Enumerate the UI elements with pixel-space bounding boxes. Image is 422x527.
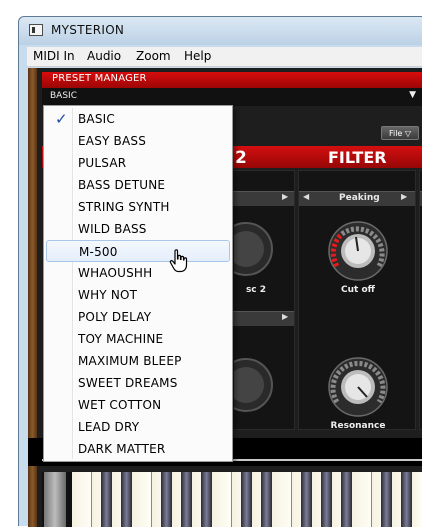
white-key[interactable]	[272, 472, 292, 527]
menu-zoom[interactable]: Zoom	[136, 49, 171, 63]
preset-option-label: MAXIMUM BLEEP	[78, 354, 182, 368]
white-key[interactable]	[412, 472, 422, 527]
preset-option-label: WET COTTON	[78, 398, 162, 412]
black-key[interactable]	[241, 472, 252, 527]
filter-mode-label: Peaking	[339, 193, 380, 203]
white-key[interactable]	[212, 472, 232, 527]
pitch-wheel[interactable]	[44, 472, 66, 527]
preset-option-label: WILD BASS	[78, 222, 147, 236]
prev-arrow-icon[interactable]: ◀	[303, 192, 309, 201]
black-key[interactable]	[321, 472, 332, 527]
preset-option-label: WHAOUSHH	[78, 266, 153, 280]
preset-option[interactable]: DARK MATTER	[44, 438, 232, 460]
hand-pointer-icon	[169, 249, 188, 273]
preset-option-label: EASY BASS	[78, 134, 147, 148]
preset-option-label: BASS DETUNE	[78, 178, 166, 192]
preset-option[interactable]: WHAOUSHH	[44, 262, 232, 284]
black-key[interactable]	[121, 472, 132, 527]
preset-option-label: STRING SYNTH	[78, 200, 170, 214]
preset-option[interactable]: SWEET DREAMS	[44, 372, 232, 394]
next-arrow-icon[interactable]: ▶	[282, 312, 288, 321]
preset-option[interactable]: PULSAR	[44, 152, 232, 174]
preset-option-label: M-500	[79, 245, 118, 259]
file-button[interactable]: File ▽	[381, 126, 419, 140]
preset-option[interactable]: BASS DETUNE	[44, 174, 232, 196]
title-bar[interactable]: MYSTERION	[19, 17, 422, 45]
preset-option[interactable]: WET COTTON	[44, 394, 232, 416]
preset-option[interactable]: EASY BASS	[44, 130, 232, 152]
resonance-label: Resonance	[330, 421, 386, 431]
white-key[interactable]	[352, 472, 372, 527]
osc2-knob-label: sc 2	[245, 285, 267, 295]
preset-dropdown-list: ✓ BASIC EASY BASS PULSAR BASS DETUNE STRING S…	[43, 105, 233, 462]
preset-manager-bar: PRESET MANAGER	[42, 72, 422, 88]
menu-audio[interactable]: Audio	[87, 49, 121, 63]
black-key[interactable]	[381, 472, 392, 527]
osc2-knob-2[interactable]	[234, 357, 274, 417]
preset-option-label: WHY NOT	[78, 288, 138, 302]
black-key[interactable]	[401, 472, 412, 527]
preset-option-label: DARK MATTER	[78, 442, 166, 456]
preset-option[interactable]: LEAD DRY	[44, 416, 232, 438]
next-arrow-icon[interactable]: ▶	[401, 192, 407, 201]
next-arrow-icon[interactable]: ▶	[282, 192, 288, 201]
preset-option[interactable]: TOY MACHINE	[44, 328, 232, 350]
black-key[interactable]	[201, 472, 212, 527]
preset-option[interactable]: ✓ BASIC	[44, 108, 232, 130]
preset-option-label: PULSAR	[78, 156, 127, 170]
cutoff-label: Cut off	[341, 285, 375, 295]
preset-manager-title: PRESET MANAGER	[52, 73, 147, 84]
menu-help[interactable]: Help	[184, 49, 211, 63]
window-title: MYSTERION	[51, 23, 125, 37]
black-key[interactable]	[301, 472, 312, 527]
resonance-knob[interactable]	[328, 357, 388, 417]
black-key[interactable]	[101, 472, 112, 527]
preset-option[interactable]: WILD BASS	[44, 218, 232, 240]
checkmark-icon: ✓	[55, 110, 68, 128]
black-key[interactable]	[261, 472, 272, 527]
white-key[interactable]	[72, 472, 92, 527]
preset-option-label: BASIC	[78, 112, 115, 126]
preset-option[interactable]: STRING SYNTH	[44, 196, 232, 218]
white-key[interactable]	[132, 472, 152, 527]
filter-panel: ◀ Peaking ▶ Cut off Resonance	[298, 170, 416, 431]
preset-current-value: BASIC	[50, 91, 77, 101]
preset-option-label: LEAD DRY	[78, 420, 140, 434]
black-key[interactable]	[181, 472, 192, 527]
menu-bar: MIDI In Audio Zoom Help	[27, 47, 422, 67]
osc2-knob[interactable]	[234, 221, 274, 281]
preset-option[interactable]: M-500	[46, 240, 230, 262]
preset-select[interactable]: BASIC ▼	[42, 88, 422, 106]
menu-midi-in[interactable]: MIDI In	[33, 49, 75, 63]
filter-mode-bar: ◀ Peaking ▶	[299, 191, 415, 206]
keyboard[interactable]	[42, 472, 422, 527]
preset-option[interactable]: WHY NOT	[44, 284, 232, 306]
preset-option-label: TOY MACHINE	[78, 332, 164, 346]
black-key[interactable]	[341, 472, 352, 527]
preset-option-label: SWEET DREAMS	[78, 376, 178, 390]
preset-option-label: POLY DELAY	[78, 310, 152, 324]
filter-section-title: FILTER	[328, 148, 387, 167]
cutoff-knob[interactable]	[328, 221, 388, 281]
osc2-section-title: 2	[235, 148, 247, 168]
preset-option[interactable]: POLY DELAY	[44, 306, 232, 328]
dropdown-arrow-icon: ▼	[409, 90, 416, 100]
preset-option[interactable]: MAXIMUM BLEEP	[44, 350, 232, 372]
black-key[interactable]	[161, 472, 172, 527]
app-icon	[29, 24, 43, 36]
